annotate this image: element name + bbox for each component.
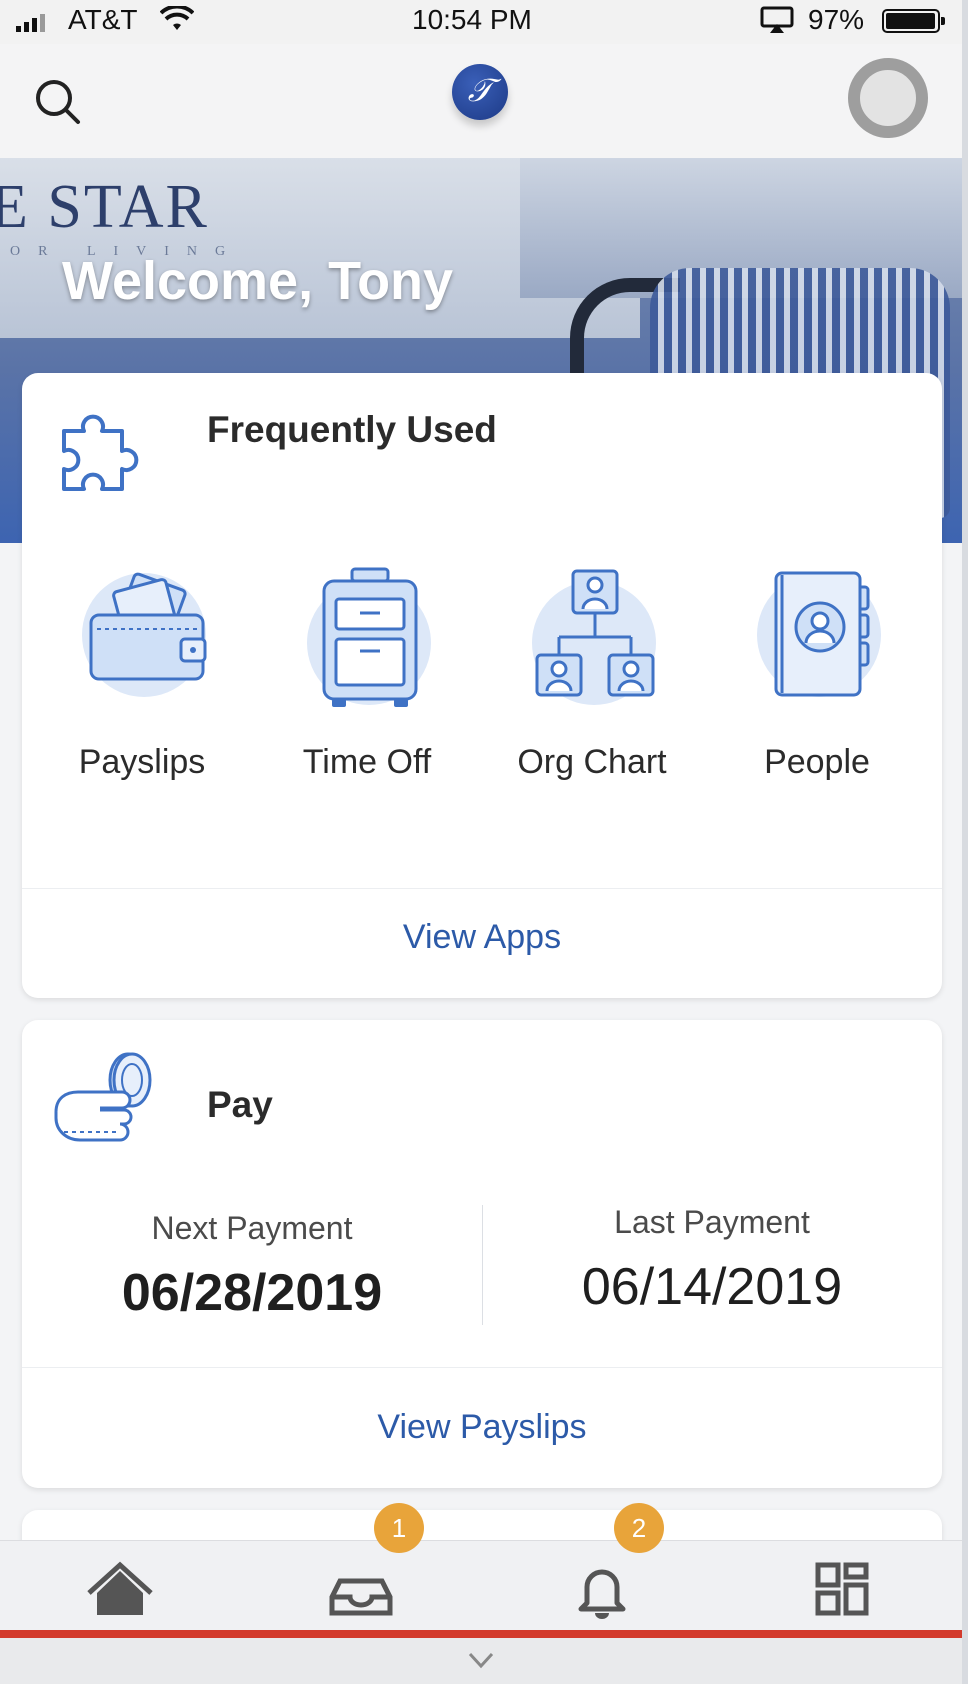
app-people[interactable]: People xyxy=(717,563,917,813)
card-divider xyxy=(22,1367,942,1368)
carrier-label: AT&T xyxy=(68,4,138,35)
suitcase-icon xyxy=(307,567,431,707)
last-payment-label: Last Payment xyxy=(614,1204,810,1240)
home-icon[interactable] xyxy=(85,1559,155,1619)
video-progress-bar[interactable] xyxy=(0,1630,962,1638)
puzzle-icon xyxy=(62,414,139,491)
last-payment: Last Payment 06/14/2019 xyxy=(482,1204,942,1317)
app-label: People xyxy=(764,743,870,781)
app-label: Org Chart xyxy=(517,743,667,781)
clock: 10:54 PM xyxy=(412,4,532,35)
pay-card: Pay Next Payment 06/28/2019 Last Payment… xyxy=(22,1020,942,1488)
view-apps-link[interactable]: View Apps xyxy=(22,918,942,957)
inbox-badge: 1 xyxy=(374,1503,424,1553)
address-book-icon xyxy=(757,571,881,697)
battery-percent: 97% xyxy=(808,4,865,35)
video-controls-strip xyxy=(0,1638,962,1684)
status-bar: AT&T 10:54 PM 97% xyxy=(0,0,962,44)
app-time-off[interactable]: Time Off xyxy=(267,563,467,813)
company-logo[interactable]: 𝒯 xyxy=(452,64,508,120)
app-screen: AT&T 10:54 PM 97% 𝒯 E STAR OR LIVING Wel… xyxy=(0,0,962,1684)
last-payment-date: 06/14/2019 xyxy=(581,1258,843,1316)
hand-coins-icon xyxy=(54,1052,152,1142)
chevron-down-icon[interactable] xyxy=(466,1648,496,1678)
view-payslips-link[interactable]: View Payslips xyxy=(22,1408,942,1447)
app-shortcuts: Payslips Time Off Org Chart People xyxy=(22,563,942,813)
wifi-icon xyxy=(160,6,194,30)
app-payslips[interactable]: Payslips xyxy=(42,563,242,813)
notifications-badge: 2 xyxy=(614,1503,664,1553)
next-payment: Next Payment 06/28/2019 xyxy=(22,1210,482,1323)
apps-grid-icon[interactable] xyxy=(808,1559,878,1619)
app-label: Time Off xyxy=(302,743,432,781)
org-chart-icon xyxy=(532,569,656,705)
signal-icon xyxy=(16,14,45,32)
avatar[interactable] xyxy=(848,58,928,138)
next-payment-date: 06/28/2019 xyxy=(121,1264,383,1322)
bell-icon[interactable] xyxy=(567,1559,637,1619)
battery-icon xyxy=(882,9,945,33)
app-label: Payslips xyxy=(78,743,206,781)
welcome-heading: Welcome, Tony xyxy=(62,251,454,311)
frequently-used-card: Frequently Used Payslips Time Off Org Ch… xyxy=(22,373,942,998)
bottom-nav: 1 2 xyxy=(0,1503,962,1630)
inbox-icon[interactable] xyxy=(326,1559,396,1619)
card-divider xyxy=(22,888,942,889)
next-payment-label: Next Payment xyxy=(151,1210,353,1246)
app-header: 𝒯 xyxy=(0,44,962,158)
wallet-icon xyxy=(82,572,207,697)
pay-title: Pay xyxy=(207,1084,273,1125)
logo-glyph: 𝒯 xyxy=(467,72,493,108)
app-org-chart[interactable]: Org Chart xyxy=(492,563,692,813)
airplay-icon xyxy=(760,6,794,33)
brand-signage: E STAR xyxy=(0,173,209,241)
screen-edge xyxy=(962,0,968,1684)
frequently-used-title: Frequently Used xyxy=(207,409,497,450)
search-icon[interactable] xyxy=(30,74,86,130)
